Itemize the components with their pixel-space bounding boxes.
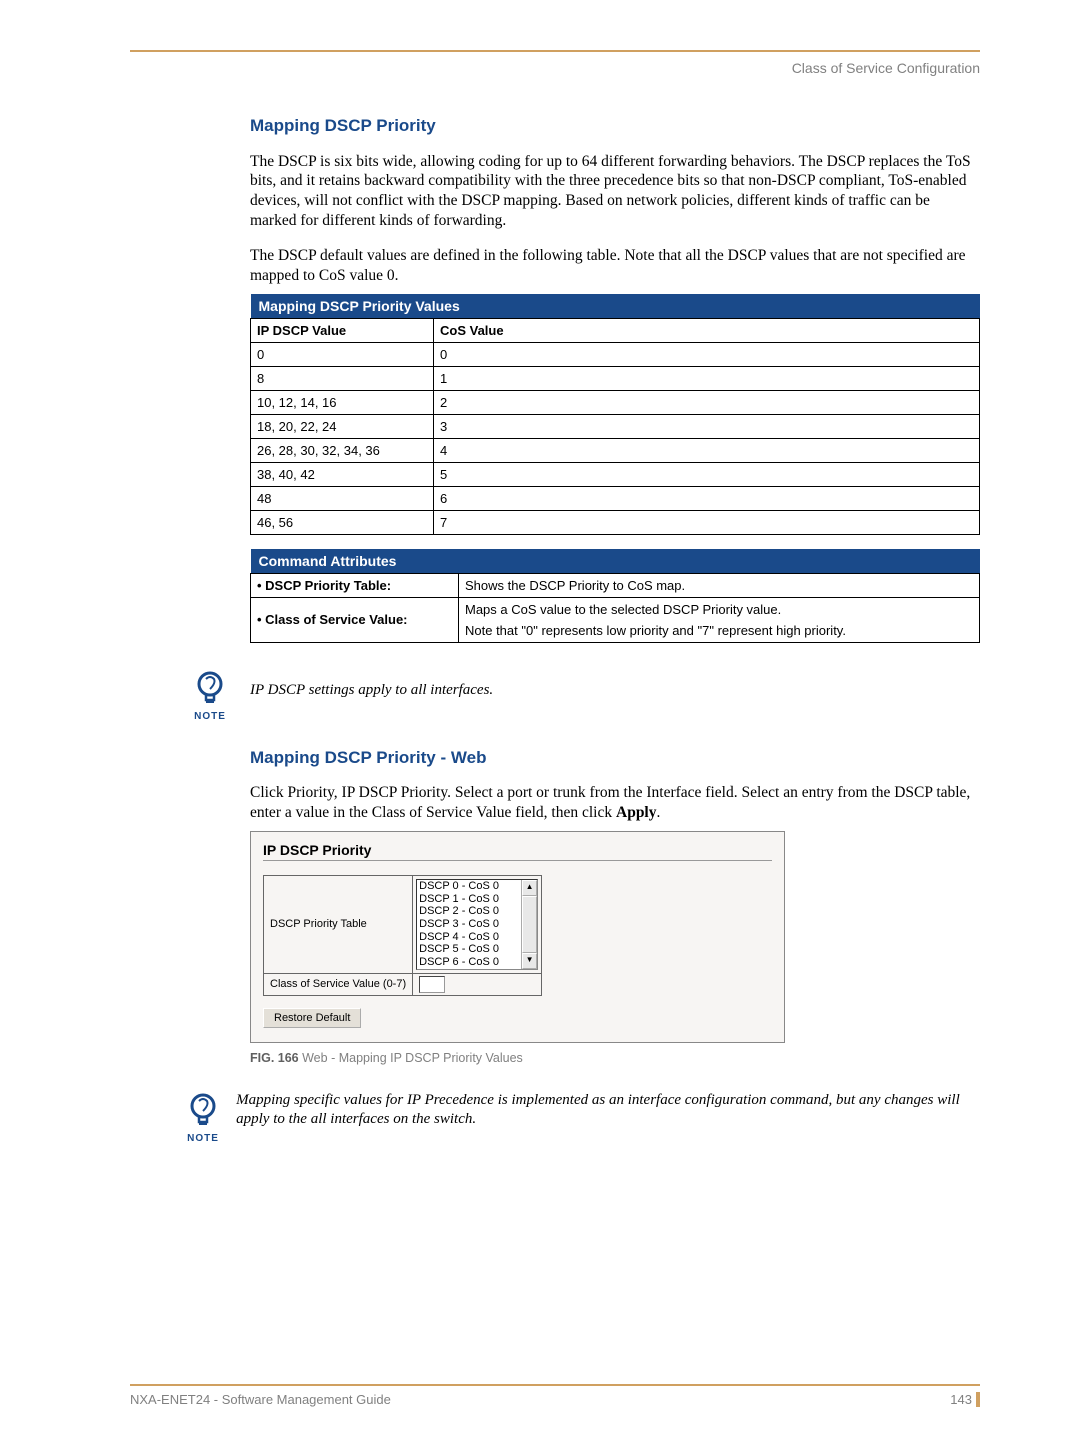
table-dscp-values: Mapping DSCP Priority Values IP DSCP Val… [250,294,980,535]
heading-mapping-dscp: Mapping DSCP Priority [250,116,980,136]
note-label: NOTE [180,1133,226,1144]
note-text: IP DSCP settings apply to all interfaces… [250,681,493,701]
attr-label: • DSCP Priority Table: [257,578,391,593]
scroll-thumb[interactable] [522,896,537,952]
list-item[interactable]: DSCP 3 - CoS 0 [419,918,519,931]
table-row: 81 [251,366,980,390]
field-label-cos-value: Class of Service Value (0-7) [264,973,413,995]
list-item[interactable]: DSCP 5 - CoS 0 [419,943,519,956]
table-command-attributes: Command Attributes • DSCP Priority Table… [250,549,980,643]
col-ip-dscp: IP DSCP Value [251,318,434,342]
dscp-priority-listbox[interactable]: DSCP 0 - CoS 0 DSCP 1 - CoS 0 DSCP 2 - C… [416,879,538,969]
scroll-down-icon[interactable]: ▼ [522,953,537,969]
attr-desc-2: Note that "0" represents low priority an… [465,623,973,638]
attr-desc: Maps a CoS value to the selected DSCP Pr… [465,602,973,617]
note-label: NOTE [180,711,240,722]
screenshot-ip-dscp-priority: IP DSCP Priority DSCP Priority Table DSC… [250,831,785,1042]
attr-label: • Class of Service Value: [257,612,408,627]
list-item[interactable]: DSCP 2 - CoS 0 [419,905,519,918]
attr-desc: Shows the DSCP Priority to CoS map. [459,573,980,597]
list-item[interactable]: DSCP 0 - CoS 0 [419,880,519,893]
scrollbar[interactable]: ▲ ▼ [521,880,537,968]
table-row: 10, 12, 14, 162 [251,390,980,414]
table-title: Mapping DSCP Priority Values [251,294,980,319]
table-row: • Class of Service Value: Maps a CoS val… [251,597,980,642]
figure-caption: FIG. 166 Web - Mapping IP DSCP Priority … [250,1051,980,1065]
heading-mapping-dscp-web: Mapping DSCP Priority - Web [250,748,980,768]
screenshot-title: IP DSCP Priority [263,842,772,858]
note-text: Mapping specific values for IP Precedenc… [236,1091,980,1130]
col-cos: CoS Value [434,318,980,342]
table-row: 00 [251,342,980,366]
list-item[interactable]: DSCP 1 - CoS 0 [419,893,519,906]
table-row: 18, 20, 22, 243 [251,414,980,438]
page-header-section: Class of Service Configuration [130,60,980,76]
note-icon: NOTE [180,1091,226,1144]
table-row: 26, 28, 30, 32, 34, 364 [251,438,980,462]
footer-title: NXA-ENET24 - Software Management Guide [130,1392,391,1407]
table-row: 46, 567 [251,510,980,534]
page-number: 143 [950,1392,980,1407]
list-item[interactable]: DSCP 4 - CoS 0 [419,931,519,944]
table-row: • DSCP Priority Table: Shows the DSCP Pr… [251,573,980,597]
restore-default-button[interactable]: Restore Default [263,1008,361,1028]
para-2: The DSCP default values are defined in t… [250,246,980,286]
table-row: 486 [251,486,980,510]
field-label-dscp-table: DSCP Priority Table [264,876,413,973]
table-title: Command Attributes [251,549,980,574]
para-web: Click Priority, IP DSCP Priority. Select… [250,783,980,823]
para-1: The DSCP is six bits wide, allowing codi… [250,152,980,231]
scroll-up-icon[interactable]: ▲ [522,880,537,896]
cos-value-input[interactable] [419,976,445,993]
list-item[interactable]: DSCP 6 - CoS 0 [419,956,519,969]
table-row: 38, 40, 425 [251,462,980,486]
note-icon: NOTE [180,669,240,722]
